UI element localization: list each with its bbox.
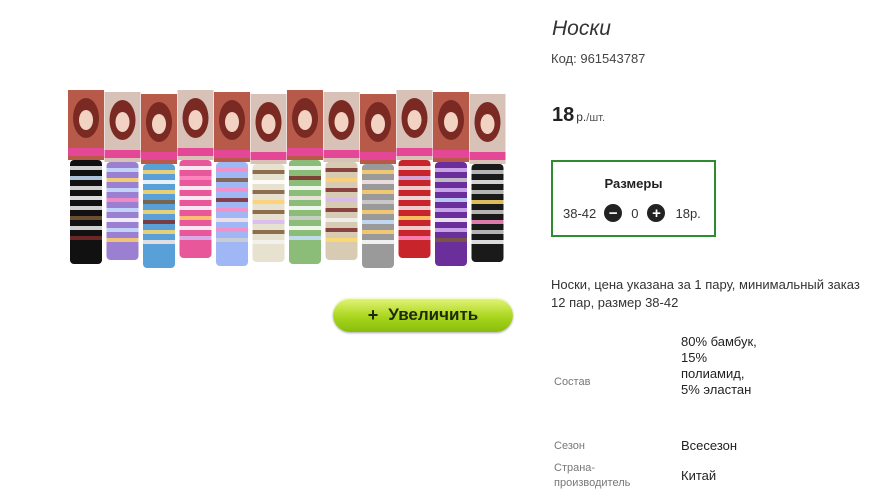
sock-pack [104,92,141,260]
spec-season-value: Всесезон [681,438,738,453]
spec-country-value: Китай [681,468,717,483]
size-label: 38-42 [563,205,597,221]
size-row: 38-42 − 0 + 18р. [563,204,701,222]
zoom-button[interactable]: + Увеличить [333,298,513,332]
zoom-button-label: Увеличить [388,305,479,324]
price-unit: /шт. [586,112,606,124]
size-price: 18р. [675,205,701,221]
spec-season-label: Сезон [554,440,585,452]
plus-circle-icon[interactable]: + [647,204,666,222]
socks-photo [68,90,506,268]
spec-composition-label: Состав [554,376,591,388]
minus-icon[interactable]: − [604,204,623,222]
product-price: 18 р./шт. [552,104,605,127]
sock-pack [177,90,214,258]
price-currency: р. [576,110,587,124]
sizes-title: Размеры [604,176,663,191]
sizes-panel: Размеры 38-42 − 0 + 18р. [551,160,716,237]
product-image[interactable] [62,84,514,270]
product-code-value: 961543787 [580,51,646,66]
sock-pack [287,90,323,264]
product-code: Код: 961543787 [551,51,645,66]
size-quantity[interactable]: 0 [631,206,638,221]
sock-pack [68,90,104,264]
spec-country-label: Страна-производитель [554,462,631,489]
sock-pack [141,94,177,268]
product-code-label: Код: [551,51,577,66]
sock-pack [360,94,396,268]
product-description: Носки, цена указана за 1 пару, минимальн… [551,277,860,310]
sock-pack [433,92,469,266]
sock-pack [469,94,506,262]
spec-composition-value: 80% бамбук, 15% полиамид, 5% эластан [681,334,757,397]
sock-pack [396,90,433,258]
price-value: 18 [552,104,575,126]
sock-pack [214,92,250,266]
sock-pack [250,94,287,262]
sock-pack [323,92,360,260]
product-title: Носки [552,17,611,40]
plus-icon: + [367,304,379,325]
